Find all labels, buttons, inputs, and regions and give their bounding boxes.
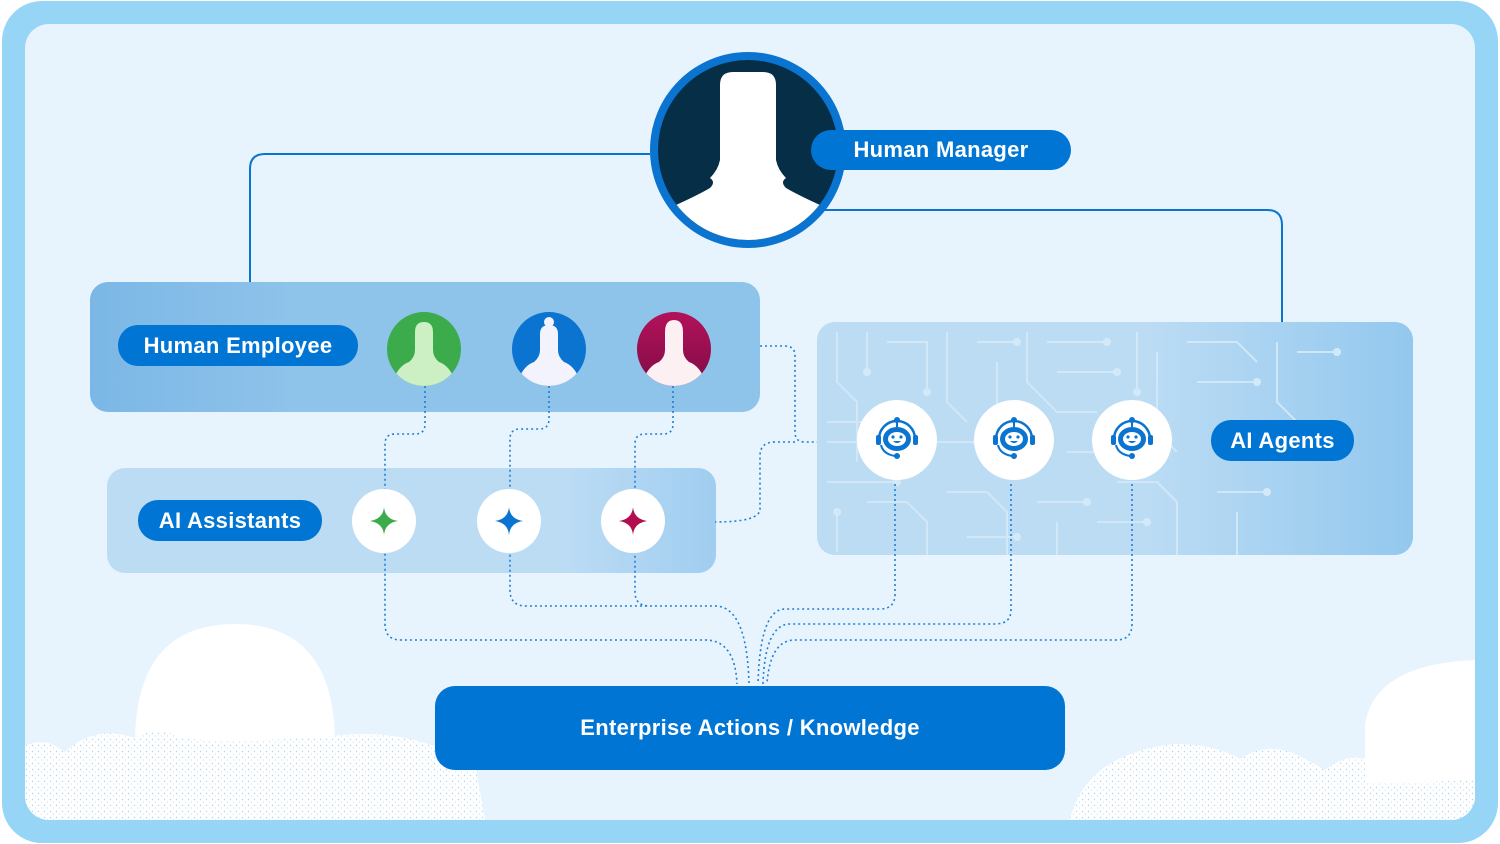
assistant-node-green[interactable] bbox=[352, 489, 416, 553]
assistant-node-blue[interactable] bbox=[477, 489, 541, 553]
agent-node-3[interactable] bbox=[1092, 400, 1172, 480]
person-icon bbox=[516, 317, 582, 386]
person-icon bbox=[641, 320, 707, 386]
employee-avatar-magenta[interactable] bbox=[637, 312, 711, 386]
connector-agent-3 bbox=[766, 484, 1133, 685]
ai-assistants-label: AI Assistants bbox=[138, 500, 322, 541]
assistant-node-magenta[interactable] bbox=[601, 489, 665, 553]
human-employee-label: Human Employee bbox=[118, 325, 358, 366]
person-icon bbox=[391, 322, 457, 386]
diagram-canvas: Human Manager Human Employee AI Assistan… bbox=[25, 24, 1475, 820]
sparkle-icon bbox=[619, 507, 647, 535]
sparkle-icon bbox=[495, 507, 523, 535]
connector-agent-2 bbox=[762, 484, 1012, 685]
robot-icon bbox=[993, 417, 1035, 459]
connector-employee-to-agents bbox=[714, 345, 817, 523]
agent-node-1[interactable] bbox=[857, 400, 937, 480]
connector-employee-1 bbox=[384, 386, 738, 685]
connector-agent-1 bbox=[757, 484, 896, 685]
employee-avatar-blue[interactable] bbox=[512, 312, 586, 386]
human-manager-label: Human Manager bbox=[811, 130, 1071, 170]
robot-icon bbox=[876, 417, 918, 459]
employee-avatar-green[interactable] bbox=[387, 312, 461, 386]
enterprise-actions-knowledge-box[interactable]: Enterprise Actions / Knowledge bbox=[435, 686, 1065, 770]
ai-agents-label: AI Agents bbox=[1211, 420, 1354, 461]
sparkle-icon bbox=[370, 507, 398, 535]
robot-icon bbox=[1111, 417, 1153, 459]
agent-node-2[interactable] bbox=[974, 400, 1054, 480]
